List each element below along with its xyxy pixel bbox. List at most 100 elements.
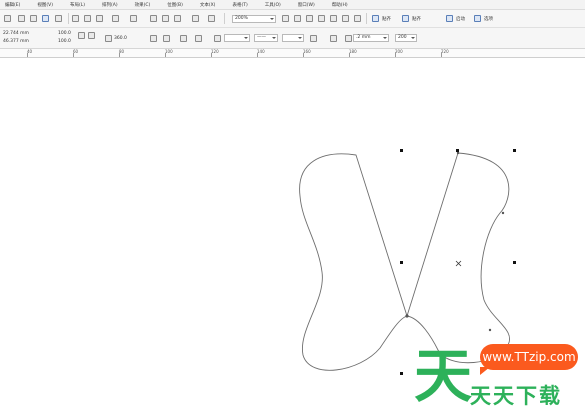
ruler-tick [257,53,258,57]
welcome-screen-icon[interactable] [208,15,215,22]
zoom-height-icon[interactable] [354,15,361,22]
outline-pen-icon[interactable] [345,35,352,42]
search-icon[interactable] [150,15,157,22]
selection-handle-top-center[interactable] [456,149,459,152]
save-icon[interactable] [42,15,49,22]
dynamic-guides-label[interactable]: 贴齐 [412,16,421,22]
curve-node[interactable] [405,314,409,318]
undo-icon[interactable] [112,15,119,22]
zoom-level-select[interactable]: 200% [232,15,276,23]
standard-toolbar: 200% 贴齐 贴齐 启动 选项 [0,10,585,28]
ruler-label: 100 [165,49,173,54]
horizontal-ruler[interactable]: 40 60 80 100 120 140 160 180 200 220 [0,49,585,58]
watermark-url: www.TTzip.com [480,344,578,375]
ruler-tick [349,53,350,57]
open-icon[interactable] [30,15,37,22]
start-arrowhead-select[interactable] [224,34,250,42]
menu-help[interactable]: 帮助(H) [332,2,348,8]
selection-handle-top-right[interactable] [513,149,516,152]
dynamic-guides-icon[interactable] [402,15,409,22]
chevron-down-icon [272,37,276,39]
zoom-page-icon[interactable] [330,15,337,22]
zoom-width-icon[interactable] [342,15,349,22]
brand-character: 天 [414,342,472,408]
close-path-icon[interactable] [214,35,221,42]
zoom-all-icon[interactable] [318,15,325,22]
rotation-angle-field[interactable]: 360.0 [114,36,127,41]
zoom-out-icon[interactable] [294,15,301,22]
new-document-icon[interactable] [4,15,11,22]
outline-width-select[interactable]: .2 mm [353,34,389,42]
ruler-label: 120 [211,49,219,54]
ruler-tick [27,53,28,57]
menu-layout[interactable]: 布局(L) [70,2,85,8]
chevron-down-icon [411,37,415,39]
redo-icon[interactable] [130,15,137,22]
cut-icon[interactable] [72,15,79,22]
mirror-vertical-icon[interactable] [163,35,170,42]
end-value-select[interactable]: 200 [395,34,417,42]
lock-icon[interactable] [88,32,95,39]
text-wrap-icon[interactable] [310,35,317,42]
paste-icon[interactable] [96,15,103,22]
line-style-value: —— [257,35,266,40]
curve-node[interactable] [501,211,505,215]
curve-node[interactable] [456,151,460,155]
menu-edit[interactable]: 编辑(E) [5,2,20,8]
watermark-logo: 天 www.TTzip.com 天天下载 [410,336,585,414]
ruler-tick [211,53,212,57]
menu-arrange[interactable]: 排列(A) [102,2,118,8]
export-icon[interactable] [174,15,181,22]
curve-node[interactable] [488,328,492,332]
mirror-horizontal-icon[interactable] [150,35,157,42]
options-label[interactable]: 选项 [484,16,493,22]
snap-icon[interactable] [372,15,379,22]
menubar: 编辑(E) 视图(V) 布局(L) 排列(A) 效果(C) 位图(B) 文本(X… [0,0,585,10]
lock-ratio-icon[interactable] [78,32,85,39]
selection-handle-bottom-left[interactable] [400,372,403,375]
toolbar-divider [224,13,225,24]
ruler-tick [395,53,396,57]
end-arrowhead-select[interactable] [282,34,304,42]
launch-icon[interactable] [446,15,453,22]
zoom-level-value: 200% [235,16,248,21]
y-position-field[interactable]: 46.377 mm [3,39,29,44]
menu-tools[interactable]: 工具(O) [265,2,281,8]
options-icon[interactable] [474,15,481,22]
menu-effects[interactable]: 效果(C) [135,2,151,8]
zoom-in-icon[interactable] [282,15,289,22]
ruler-label: 220 [441,49,449,54]
node-tool-icon[interactable] [195,35,202,42]
toolbar-divider [68,13,69,24]
menu-window[interactable]: 窗口(W) [298,2,315,8]
width-scale-field[interactable]: 100.0 [58,31,71,36]
curve-icon[interactable] [180,35,187,42]
outline-width-value: .2 mm [356,35,371,40]
ruler-label: 180 [349,49,357,54]
menu-view[interactable]: 视图(V) [37,2,53,8]
selection-center-marker[interactable] [455,260,462,267]
menu-table[interactable]: 表格(T) [232,2,247,8]
copy-icon[interactable] [84,15,91,22]
snap-label[interactable]: 贴齐 [382,16,391,22]
selection-handle-top-left[interactable] [400,149,403,152]
selection-handle-middle-right[interactable] [513,261,516,264]
new-file-icon[interactable] [18,15,25,22]
property-bar: 22.744 mm 46.377 mm 100.0 100.0 360.0 ——… [0,28,585,49]
application-launcher-icon[interactable] [192,15,199,22]
print-icon[interactable] [55,15,62,22]
selection-handle-middle-left[interactable] [400,261,403,264]
ruler-tick [119,53,120,57]
scale-icon[interactable] [330,35,337,42]
x-position-field[interactable]: 22.744 mm [3,31,29,36]
toolbar-divider [366,13,367,24]
launch-label[interactable]: 启动 [456,16,465,22]
ruler-label: 140 [257,49,265,54]
ruler-tick [73,53,74,57]
menu-text[interactable]: 文本(X) [200,2,216,8]
menu-bitmaps[interactable]: 位图(B) [167,2,183,8]
line-style-select[interactable]: —— [254,34,278,42]
height-scale-field[interactable]: 100.0 [58,39,71,44]
import-icon[interactable] [162,15,169,22]
zoom-selected-icon[interactable] [306,15,313,22]
